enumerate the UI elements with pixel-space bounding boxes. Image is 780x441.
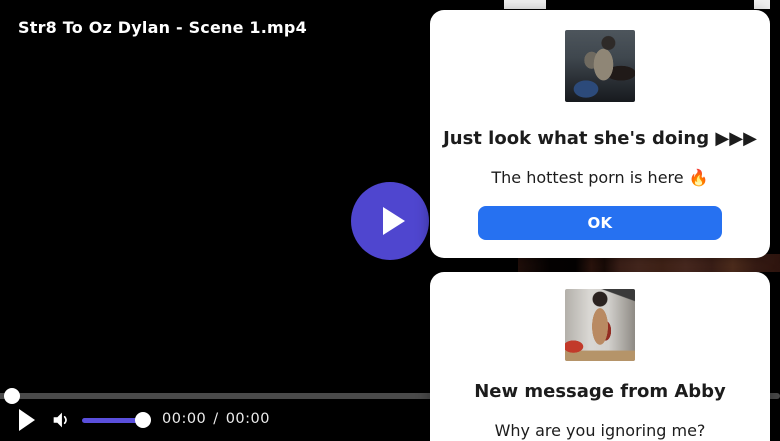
popup-message-card[interactable]: New message from Abby Why are you ignori… xyxy=(430,272,770,441)
popup-message: The hottest porn is here 🔥 xyxy=(491,168,709,187)
popup-thumbnail[interactable] xyxy=(565,30,635,102)
ok-button[interactable]: OK xyxy=(478,206,722,240)
play-button[interactable] xyxy=(19,409,35,431)
time-display: 00:00 / 00:00 xyxy=(162,411,270,427)
popup-heading: Just look what she's doing ▶▶▶ xyxy=(443,128,757,149)
selfie-photo-placeholder xyxy=(565,289,635,361)
seek-handle[interactable] xyxy=(4,388,20,404)
volume-button[interactable] xyxy=(50,409,72,431)
duration: 00:00 xyxy=(225,411,270,427)
page: Str8 To Oz Dylan - Scene 1.mp4 00:00/00:… xyxy=(0,0,780,441)
popup-message: Why are you ignoring me? xyxy=(494,421,706,440)
popup-heading: New message from Abby xyxy=(474,381,726,402)
video-title: Str8 To Oz Dylan - Scene 1.mp4 xyxy=(18,18,307,37)
time-separator: / xyxy=(213,411,219,427)
volume-slider-handle[interactable] xyxy=(135,412,151,428)
background-page-fragment xyxy=(754,0,770,9)
big-play-button[interactable] xyxy=(351,182,429,260)
popup-ad-card[interactable]: Just look what she's doing ▶▶▶ The hotte… xyxy=(430,10,770,258)
player-controls: 00:00 / 00:00 xyxy=(0,405,430,441)
popup-thumbnail[interactable] xyxy=(565,289,635,361)
webcam-photo-placeholder xyxy=(565,30,635,102)
background-page-fragment xyxy=(504,0,546,9)
play-icon xyxy=(383,207,405,235)
speaker-icon xyxy=(53,412,67,428)
current-time: 00:00 xyxy=(162,411,207,427)
